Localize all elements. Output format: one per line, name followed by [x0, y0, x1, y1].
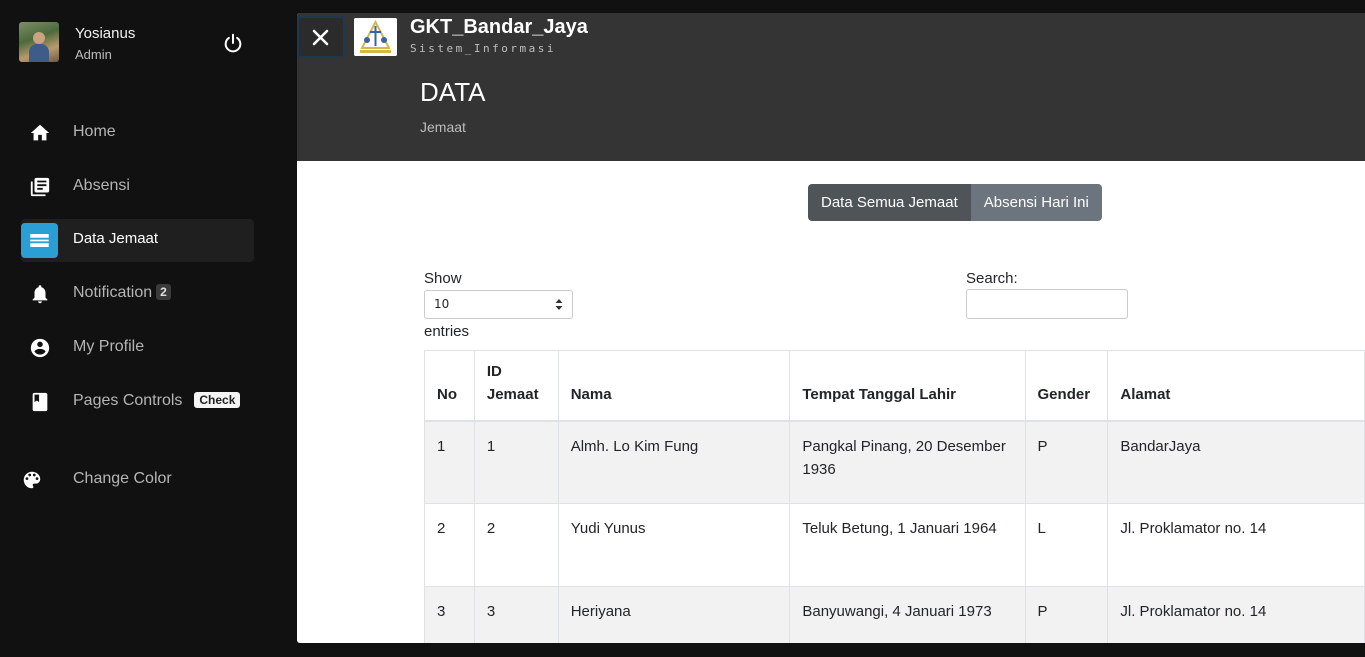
- table-cell: 2: [424, 503, 475, 587]
- absensi-icon: [30, 177, 50, 197]
- table-cell: P: [1024, 586, 1109, 643]
- account-circle-icon: [30, 338, 50, 358]
- sidebar: Yosianus Admin Home Absensi Data Jemaat …: [0, 0, 297, 657]
- table-cell: 3: [424, 586, 475, 643]
- table-header-row: No ID Jemaat Nama Tempat Tanggal Lahir G…: [424, 350, 1365, 422]
- entries-label: entries: [424, 323, 470, 340]
- column-header-no[interactable]: No: [424, 350, 475, 422]
- today-attendance-button[interactable]: Absensi Hari Ini: [970, 184, 1102, 221]
- sidebar-item-label: Notification 2: [73, 284, 171, 302]
- sidebar-item-label: Pages Controls Check: [73, 392, 241, 410]
- page-title: DATA: [420, 77, 486, 107]
- avatar: [19, 22, 59, 62]
- members-table: No ID Jemaat Nama Tempat Tanggal Lahir G…: [424, 350, 1365, 643]
- table-cell: Heriyana: [557, 586, 791, 643]
- page-header: GKT_Bandar_Jaya Sistem_Informasi DATA Je…: [297, 13, 1365, 161]
- sidebar-item-label: Absensi: [73, 177, 130, 194]
- column-header-id-jemaat[interactable]: ID Jemaat: [473, 350, 559, 422]
- sidebar-item-label: Data Jemaat: [73, 230, 159, 247]
- search-label: Search:: [966, 270, 1018, 287]
- pages-controls-label: Pages Controls: [73, 392, 183, 409]
- sidebar-item-change-color[interactable]: Change Color: [13, 459, 246, 502]
- sidebar-item-label: My Profile: [73, 338, 145, 355]
- table-row: 3 3 Heriyana Banyuwangi, 4 Januari 1973 …: [424, 586, 1365, 643]
- bell-icon: [32, 285, 48, 304]
- notification-label: Notification: [73, 284, 153, 301]
- show-label: Show: [424, 270, 462, 287]
- table-cell: Teluk Betung, 1 Januari 1964: [789, 503, 1026, 587]
- sidebar-item-label: Home: [73, 123, 116, 140]
- table-cell: Pangkal Pinang, 20 Desember 1936: [789, 420, 1026, 504]
- column-header-alamat[interactable]: Alamat: [1107, 350, 1365, 422]
- table-cell: 1: [473, 420, 559, 504]
- column-header-gender[interactable]: Gender: [1024, 350, 1109, 422]
- close-button[interactable]: [297, 16, 345, 58]
- table-cell: P: [1024, 420, 1109, 504]
- table-row: 2 2 Yudi Yunus Teluk Betung, 1 Januari 1…: [424, 503, 1365, 587]
- sidebar-item-data-jemaat[interactable]: Data Jemaat: [21, 219, 254, 262]
- user-role: Admin: [75, 47, 112, 62]
- table-cell: Jl. Proklamator no. 14: [1107, 503, 1365, 587]
- page-size-select[interactable]: 10: [424, 290, 573, 319]
- column-header-ttl[interactable]: Tempat Tanggal Lahir: [789, 350, 1026, 422]
- sidebar-item-notification[interactable]: Notification 2: [21, 273, 254, 316]
- home-icon: [30, 124, 50, 141]
- sidebar-item-pages-controls[interactable]: Pages Controls Check: [21, 381, 254, 424]
- column-header-nama[interactable]: Nama: [557, 350, 791, 422]
- table-cell: 2: [473, 503, 559, 587]
- table-cell: Banyuwangi, 4 Januari 1973: [789, 586, 1026, 643]
- table-cell: Yudi Yunus: [557, 503, 791, 587]
- page-subtitle: Jemaat: [420, 119, 466, 135]
- notification-badge: 2: [156, 284, 171, 300]
- page-size-value: 10: [434, 297, 450, 311]
- power-icon[interactable]: [222, 32, 244, 54]
- main-panel: GKT_Bandar_Jaya Sistem_Informasi DATA Je…: [297, 13, 1365, 643]
- table-cell: Almh. Lo Kim Fung: [557, 420, 791, 504]
- sidebar-item-absensi[interactable]: Absensi: [21, 166, 254, 209]
- table-cell: BandarJaya: [1107, 420, 1365, 504]
- select-arrows-icon: [555, 299, 563, 310]
- data-jemaat-icon: [21, 223, 58, 258]
- brand-title: GKT_Bandar_Jaya: [410, 16, 588, 38]
- church-logo: [354, 18, 397, 56]
- search-input[interactable]: [966, 289, 1128, 319]
- check-badge: Check: [194, 392, 241, 408]
- sidebar-item-home[interactable]: Home: [21, 112, 254, 155]
- book-icon: [32, 392, 48, 412]
- view-toggle-group: Data Semua Jemaat Absensi Hari Ini: [808, 184, 1102, 221]
- table-cell: 1: [424, 420, 475, 504]
- user-name: Yosianus: [75, 25, 136, 42]
- sidebar-item-my-profile[interactable]: My Profile: [21, 327, 254, 370]
- palette-icon: [23, 471, 41, 489]
- table-cell: Jl. Proklamator no. 14: [1107, 586, 1365, 643]
- user-panel: Yosianus Admin: [19, 22, 279, 62]
- table-row: 1 1 Almh. Lo Kim Fung Pangkal Pinang, 20…: [424, 420, 1365, 504]
- brand-subtitle: Sistem_Informasi: [410, 42, 556, 55]
- sidebar-item-label: Change Color: [73, 470, 172, 487]
- table-cell: 3: [473, 586, 559, 643]
- table-cell: L: [1024, 503, 1109, 587]
- close-icon: [312, 29, 329, 46]
- all-members-button[interactable]: Data Semua Jemaat: [808, 184, 971, 221]
